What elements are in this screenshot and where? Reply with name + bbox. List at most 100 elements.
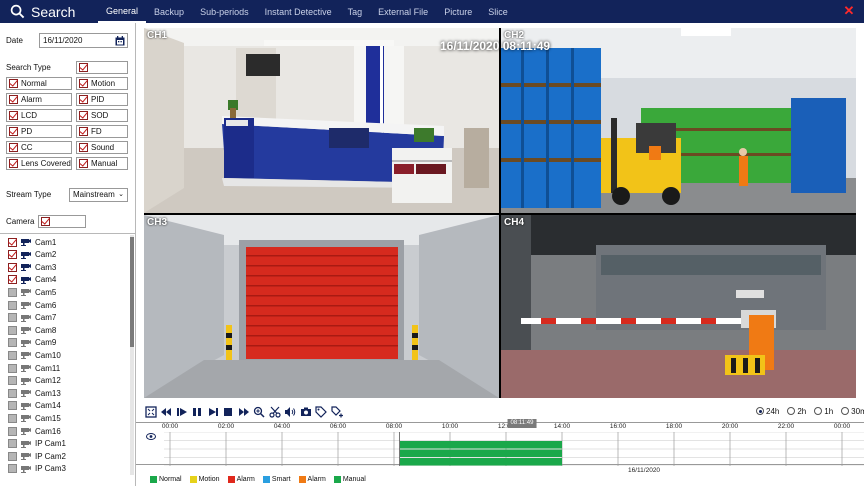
fullscreen-button[interactable]: [144, 406, 157, 419]
stop-button[interactable]: [222, 406, 235, 419]
camera-list-scrollbar[interactable]: [130, 235, 134, 475]
tab-picture[interactable]: Picture: [436, 0, 480, 23]
camera-checkbox[interactable]: [8, 376, 17, 386]
search-type-all-checkbox[interactable]: [76, 61, 128, 74]
camera-checkbox[interactable]: [8, 464, 17, 474]
camera-item[interactable]: Cam12: [8, 375, 61, 387]
camera-checkbox[interactable]: [8, 426, 17, 436]
rewind-button[interactable]: [160, 406, 173, 419]
calendar-icon[interactable]: [115, 36, 125, 46]
snapshot-button[interactable]: [299, 406, 312, 419]
search-type-pid-checkbox[interactable]: PID: [76, 93, 128, 106]
camera-item[interactable]: Cam15: [8, 412, 61, 424]
radio-button[interactable]: [841, 407, 850, 415]
zoom-button[interactable]: [253, 406, 266, 419]
video-cell-ch2[interactable]: CH2: [501, 28, 856, 213]
camera-item[interactable]: Cam13: [8, 387, 61, 399]
camera-checkbox[interactable]: [8, 300, 17, 310]
search-type-manual-checkbox[interactable]: Manual: [76, 157, 128, 170]
camera-item[interactable]: Cam6: [8, 299, 56, 311]
recording-segment: [399, 449, 562, 457]
camera-item[interactable]: Cam14: [8, 400, 61, 412]
camera-item[interactable]: Cam7: [8, 312, 56, 324]
zoom-option-2h[interactable]: 2h: [787, 407, 806, 416]
camera-checkbox[interactable]: [8, 338, 17, 348]
close-button[interactable]: ✕: [842, 4, 856, 18]
camera-item[interactable]: IP Cam2: [8, 450, 66, 462]
camera-item[interactable]: Cam16: [8, 425, 61, 437]
search-type-fd-checkbox[interactable]: FD: [76, 125, 128, 138]
camera-checkbox[interactable]: [8, 262, 17, 272]
video-cell-ch3[interactable]: CH3: [144, 215, 499, 398]
search-type-normal-checkbox[interactable]: Normal: [6, 77, 72, 90]
timeline-grid[interactable]: [164, 432, 864, 466]
radio-button[interactable]: [814, 407, 823, 415]
camera-checkbox[interactable]: [8, 313, 17, 323]
eye-icon[interactable]: [146, 433, 156, 440]
search-type-pd-checkbox[interactable]: PD: [6, 125, 72, 138]
current-time-marker[interactable]: 08:11:49: [507, 419, 537, 428]
play-button[interactable]: [206, 406, 219, 419]
camera-item[interactable]: Cam3: [8, 261, 56, 273]
camera-label: IP Cam2: [35, 451, 66, 461]
camera-checkbox[interactable]: [8, 413, 17, 423]
clip-button[interactable]: [268, 406, 281, 419]
tab-external-file[interactable]: External File: [370, 0, 436, 23]
camera-checkbox[interactable]: [8, 388, 17, 398]
camera-item[interactable]: Cam9: [8, 337, 56, 349]
camera-label: Cam2: [35, 250, 57, 260]
camera-checkbox[interactable]: [8, 401, 17, 411]
camera-all-checkbox[interactable]: [38, 215, 86, 228]
search-type-lens-covered-checkbox[interactable]: Lens Covered: [6, 157, 72, 170]
fast-forward-button[interactable]: [237, 406, 250, 419]
search-type-sound-checkbox[interactable]: Sound: [76, 141, 128, 154]
camera-item[interactable]: IP Cam3: [8, 463, 66, 475]
pause-button[interactable]: [191, 406, 204, 419]
checkbox-mark: [79, 127, 88, 136]
camera-checkbox[interactable]: [8, 363, 17, 373]
search-type-alarm-checkbox[interactable]: Alarm: [6, 93, 72, 106]
scrollbar-thumb[interactable]: [130, 237, 134, 347]
camera-item[interactable]: Cam1: [8, 236, 56, 248]
tab-general[interactable]: General: [98, 0, 147, 23]
radio-button[interactable]: [787, 407, 796, 415]
video-cell-ch4[interactable]: CH4: [501, 215, 856, 398]
camera-checkbox[interactable]: [8, 350, 17, 360]
zoom-option-30m[interactable]: 30m: [841, 407, 864, 416]
camera-checkbox[interactable]: [8, 325, 17, 335]
camera-checkbox[interactable]: [8, 237, 17, 247]
date-field[interactable]: 16/11/2020: [39, 33, 128, 48]
custom-tag-button[interactable]: [330, 406, 343, 419]
radio-button[interactable]: [756, 407, 764, 415]
stream-type-select[interactable]: Mainstream ⌄: [69, 188, 128, 202]
camera-item[interactable]: Cam11: [8, 362, 60, 374]
camera-checkbox[interactable]: [8, 275, 17, 285]
camera-checkbox[interactable]: [8, 439, 17, 449]
timeline[interactable]: 00:00 02:00 04:00 06:00 08:00 10:00 12:00 14:00…: [136, 419, 864, 466]
tab-backup[interactable]: Backup: [146, 0, 192, 23]
search-type-label: FD: [91, 127, 102, 136]
search-type-sod-checkbox[interactable]: SOD: [76, 109, 128, 122]
camera-item[interactable]: Cam8: [8, 324, 56, 336]
search-type-motion-checkbox[interactable]: Motion: [76, 77, 128, 90]
tab-slice[interactable]: Slice: [480, 0, 516, 23]
camera-item[interactable]: Cam2: [8, 249, 56, 261]
camera-item[interactable]: Cam5: [8, 286, 56, 298]
camera-item[interactable]: Cam10: [8, 349, 61, 361]
tab-instant-detective[interactable]: Instant Detective: [257, 0, 340, 23]
zoom-option-24h[interactable]: 24h: [756, 407, 779, 416]
video-cell-ch1[interactable]: CH1: [144, 28, 499, 213]
search-type-cc-checkbox[interactable]: CC: [6, 141, 72, 154]
camera-item[interactable]: Cam4: [8, 274, 56, 286]
slow-play-button[interactable]: [175, 406, 188, 419]
camera-checkbox[interactable]: [8, 250, 17, 260]
tag-button[interactable]: [315, 406, 328, 419]
audio-button[interactable]: [284, 406, 297, 419]
tab-tag[interactable]: Tag: [340, 0, 371, 23]
tab-sub-periods[interactable]: Sub-periods: [192, 0, 257, 23]
camera-checkbox[interactable]: [8, 287, 17, 297]
zoom-option-1h[interactable]: 1h: [814, 407, 833, 416]
camera-checkbox[interactable]: [8, 451, 17, 461]
search-type-lcd-checkbox[interactable]: LCD: [6, 109, 72, 122]
camera-item[interactable]: IP Cam1: [8, 438, 66, 450]
